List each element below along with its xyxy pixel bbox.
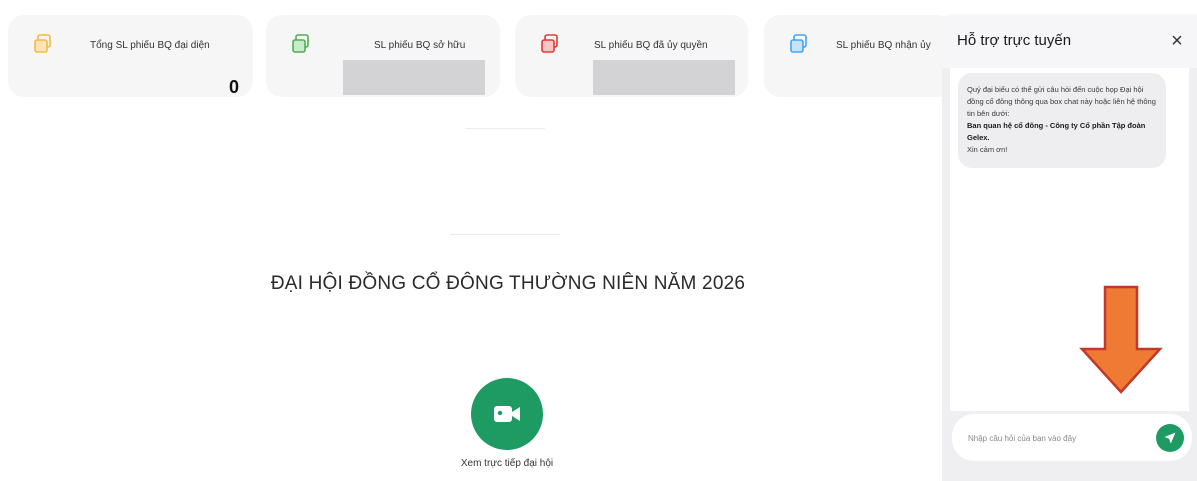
message-intro: Quý đại biểu có thể gửi câu hỏi đến cuộc… — [967, 85, 1156, 118]
divider — [465, 128, 545, 129]
chat-input-container — [952, 414, 1192, 461]
stat-label: Tổng SL phiếu BQ đại diện — [90, 40, 210, 51]
chat-panel: Hỗ trợ trực tuyến × Quý đại biểu có thể … — [942, 14, 1197, 481]
chat-input[interactable] — [966, 422, 1150, 454]
ballot-icon — [790, 34, 807, 53]
chat-title: Hỗ trợ trực tuyến — [957, 32, 1072, 49]
stat-card-received: SL phiếu BQ nhận ủy — [764, 15, 954, 97]
stat-card-delegated: SL phiếu BQ đã ủy quyền — [515, 15, 748, 97]
ballot-icon — [292, 34, 309, 53]
send-button[interactable] — [1156, 424, 1184, 452]
divider — [450, 234, 560, 235]
stat-value-placeholder — [593, 60, 735, 95]
stat-card-total: Tổng SL phiếu BQ đại diện 0 — [8, 15, 253, 97]
video-camera-icon — [494, 406, 520, 422]
stat-card-owned: SL phiếu BQ sở hữu — [266, 15, 500, 97]
stat-label: SL phiếu BQ sở hữu — [374, 40, 466, 51]
message-org: Ban quan hệ cổ đông - Công ty Cổ phần Tậ… — [967, 121, 1146, 142]
ballot-icon — [541, 34, 558, 53]
watch-live-button[interactable] — [471, 378, 543, 450]
stat-value: 0 — [229, 77, 240, 97]
watch-live-label[interactable]: Xem trực tiếp đại hội — [430, 458, 584, 469]
ballot-icon — [34, 34, 51, 53]
close-icon[interactable]: × — [1165, 29, 1189, 53]
stat-label: SL phiếu BQ nhận ủy — [836, 40, 931, 51]
message-thanks: Xin cảm ơn! — [967, 145, 1008, 154]
send-icon — [1164, 432, 1176, 444]
chat-message-bubble: Quý đại biểu có thể gửi câu hỏi đến cuộc… — [958, 73, 1166, 168]
stat-label: SL phiếu BQ đã ủy quyền — [594, 40, 708, 51]
annotation-arrow-down-icon — [1079, 285, 1163, 394]
page-title: ĐẠI HỘI ĐỒNG CỔ ĐÔNG THƯỜNG NIÊN NĂM 202… — [270, 273, 746, 294]
stat-value-placeholder — [343, 60, 485, 95]
chat-header: Hỗ trợ trực tuyến × — [942, 14, 1197, 68]
